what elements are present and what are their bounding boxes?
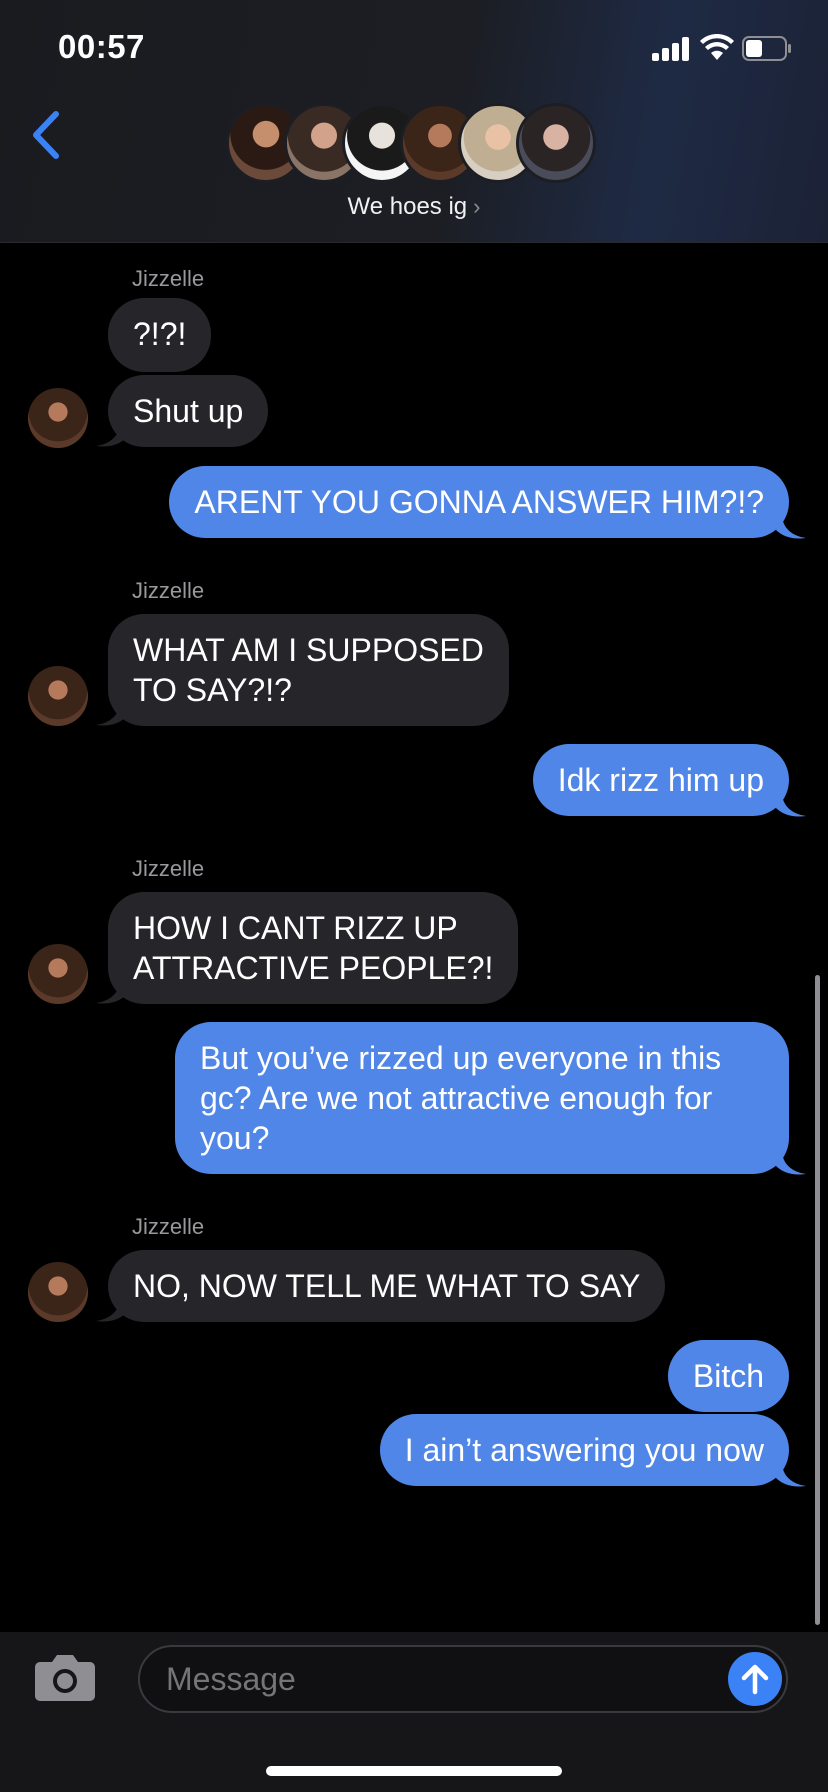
sender-name: Jizzelle [132, 266, 205, 291]
message-bubble-incoming[interactable]: HOW I CANT RIZZ UP ATTRACTIVE PEOPLE?! [108, 892, 519, 1004]
conversation-screen: 00:57 We hoes ig › Jizzelle ?!?! Shut up… [0, 0, 828, 1792]
send-button[interactable] [728, 1652, 782, 1706]
message-line: But you’ve rizzed up everyone in this [200, 1040, 722, 1076]
message-line: HOW I CANT RIZZ UP [133, 910, 458, 946]
group-name[interactable]: We hoes ig › [0, 193, 828, 221]
group-name-label: We hoes ig [347, 193, 468, 220]
message-line: you? [200, 1120, 270, 1156]
arrow-up-icon [741, 1664, 769, 1695]
message-bubble-outgoing[interactable]: I ain’t answering you now [379, 1414, 789, 1486]
sender-avatar[interactable] [28, 944, 88, 1004]
message-line: TO SAY?!? [133, 672, 292, 708]
message-bubble-incoming[interactable]: Shut up [108, 375, 269, 447]
home-indicator[interactable] [266, 1766, 562, 1776]
bubble-tail [776, 514, 806, 539]
bubble-tail [96, 979, 126, 1004]
chevron-right-icon: › [473, 194, 481, 219]
message-bubble-outgoing[interactable]: But you’ve rizzed up everyone in this gc… [175, 1022, 789, 1174]
message-input[interactable] [138, 1645, 788, 1713]
message-line: gc? Are we not attractive enough for [200, 1080, 713, 1116]
sender-avatar[interactable] [28, 666, 88, 726]
bubble-tail [96, 422, 126, 447]
sender-avatar[interactable] [28, 1262, 88, 1322]
bubble-tail [776, 1150, 806, 1175]
bubble-tail [96, 1297, 126, 1322]
message-bubble-incoming[interactable]: ?!?! [108, 298, 212, 372]
message-bubble-outgoing[interactable]: Idk rizz him up [532, 744, 789, 816]
message-line: WHAT AM I SUPPOSED [133, 632, 484, 668]
message-bubble-outgoing[interactable]: ARENT YOU GONNA ANSWER HIM?!? [169, 466, 789, 538]
sender-name: Jizzelle [132, 1214, 205, 1239]
message-bubble-incoming[interactable]: WHAT AM I SUPPOSED TO SAY?!? [108, 614, 509, 726]
status-time: 00:57 [58, 28, 145, 65]
conversation-header: 00:57 We hoes ig › [0, 0, 828, 243]
message-line: ATTRACTIVE PEOPLE?! [133, 950, 494, 986]
group-avatars[interactable] [226, 103, 606, 183]
cellular-signal-icon [652, 37, 692, 61]
sender-avatar[interactable] [28, 388, 88, 448]
bubble-tail [776, 1462, 806, 1487]
avatar-6 [516, 103, 596, 183]
wifi-icon [700, 34, 734, 60]
battery-icon [742, 36, 791, 61]
sender-name: Jizzelle [132, 578, 205, 603]
scrollbar[interactable] [815, 975, 820, 1625]
bubble-tail [96, 701, 126, 726]
message-bubble-incoming[interactable]: NO, NOW TELL ME WHAT TO SAY [108, 1250, 666, 1322]
message-bubble-outgoing[interactable]: Bitch [667, 1340, 789, 1412]
sender-name: Jizzelle [132, 856, 205, 881]
camera-icon[interactable] [34, 1652, 96, 1702]
back-chevron-icon[interactable] [28, 110, 64, 160]
bubble-tail [776, 792, 806, 817]
